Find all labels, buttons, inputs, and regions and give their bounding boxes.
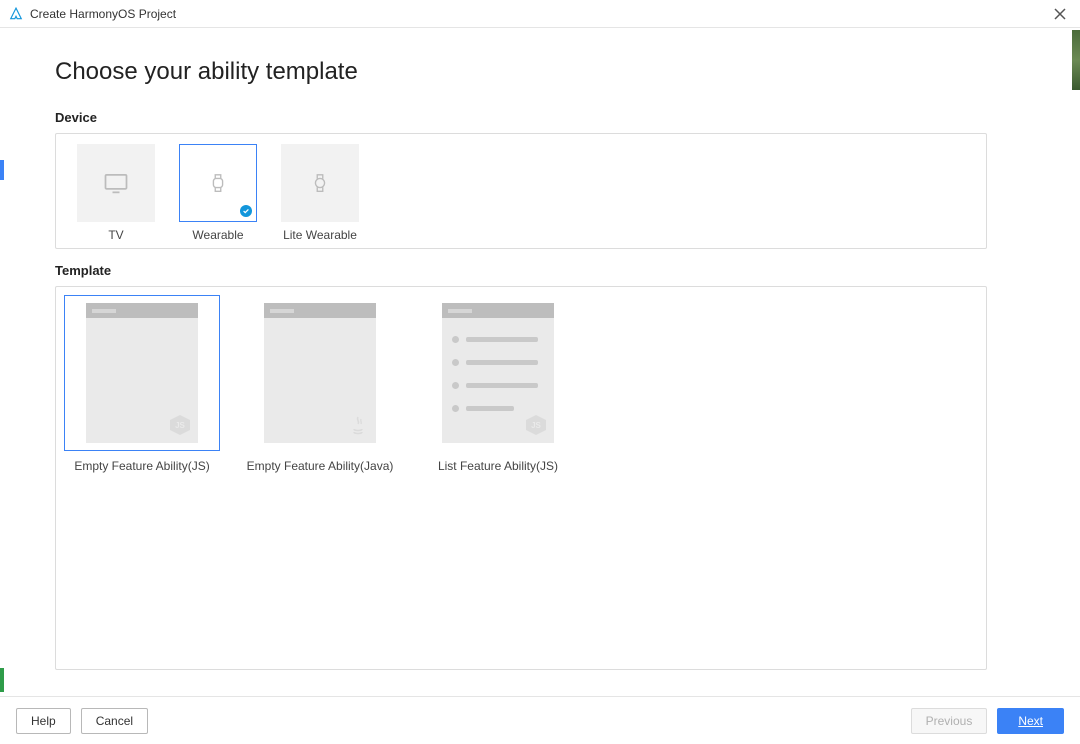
device-item-lite-wearable[interactable]: Lite Wearable bbox=[280, 144, 360, 242]
template-preview: JS bbox=[442, 303, 554, 443]
help-button[interactable]: Help bbox=[16, 708, 71, 734]
device-item-wearable[interactable]: Wearable bbox=[178, 144, 258, 242]
template-item-list-js[interactable]: JS List Feature Ability(JS) bbox=[420, 295, 576, 661]
previous-button: Previous bbox=[911, 708, 988, 734]
template-label: Empty Feature Ability(Java) bbox=[247, 459, 394, 473]
left-edge-decor bbox=[0, 28, 6, 696]
cancel-button[interactable]: Cancel bbox=[81, 708, 148, 734]
check-icon bbox=[240, 205, 252, 217]
device-item-tv[interactable]: TV bbox=[76, 144, 156, 242]
watch-icon bbox=[309, 172, 331, 194]
device-section-label: Device bbox=[55, 110, 1025, 125]
js-icon: JS bbox=[524, 413, 548, 437]
device-label-tv: TV bbox=[108, 228, 123, 242]
device-label-wearable: Wearable bbox=[192, 228, 243, 242]
template-item-empty-js[interactable]: JS Empty Feature Ability(JS) bbox=[64, 295, 220, 661]
content-area: Choose your ability template Device TV bbox=[0, 28, 1080, 670]
device-label-lite-wearable: Lite Wearable bbox=[283, 228, 357, 242]
template-preview bbox=[264, 303, 376, 443]
svg-text:JS: JS bbox=[531, 421, 541, 430]
window-title: Create HarmonyOS Project bbox=[30, 7, 1048, 21]
template-label: List Feature Ability(JS) bbox=[438, 459, 558, 473]
template-item-empty-java[interactable]: Empty Feature Ability(Java) bbox=[242, 295, 398, 661]
right-edge-decor bbox=[1072, 30, 1080, 90]
close-icon[interactable] bbox=[1048, 2, 1072, 26]
template-tile bbox=[242, 295, 398, 451]
device-tile-tv bbox=[77, 144, 155, 222]
template-panel: JS Empty Feature Ability(JS) Empty Featu… bbox=[55, 286, 987, 670]
template-preview: JS bbox=[86, 303, 198, 443]
java-icon bbox=[346, 413, 370, 437]
device-tile-wearable bbox=[179, 144, 257, 222]
template-tile: JS bbox=[420, 295, 576, 451]
device-panel: TV Wearable Lite Wearable bbox=[55, 133, 987, 249]
watch-icon bbox=[207, 172, 229, 194]
template-label: Empty Feature Ability(JS) bbox=[74, 459, 209, 473]
js-icon: JS bbox=[168, 413, 192, 437]
app-icon bbox=[8, 6, 24, 22]
footer: Help Cancel Previous Next bbox=[0, 696, 1080, 744]
svg-text:JS: JS bbox=[175, 421, 185, 430]
tv-icon bbox=[102, 169, 130, 197]
next-button[interactable]: Next bbox=[997, 708, 1064, 734]
device-tile-lite-wearable bbox=[281, 144, 359, 222]
title-bar: Create HarmonyOS Project bbox=[0, 0, 1080, 28]
template-section-label: Template bbox=[55, 263, 1025, 278]
template-tile: JS bbox=[64, 295, 220, 451]
page-heading: Choose your ability template bbox=[55, 58, 1025, 86]
